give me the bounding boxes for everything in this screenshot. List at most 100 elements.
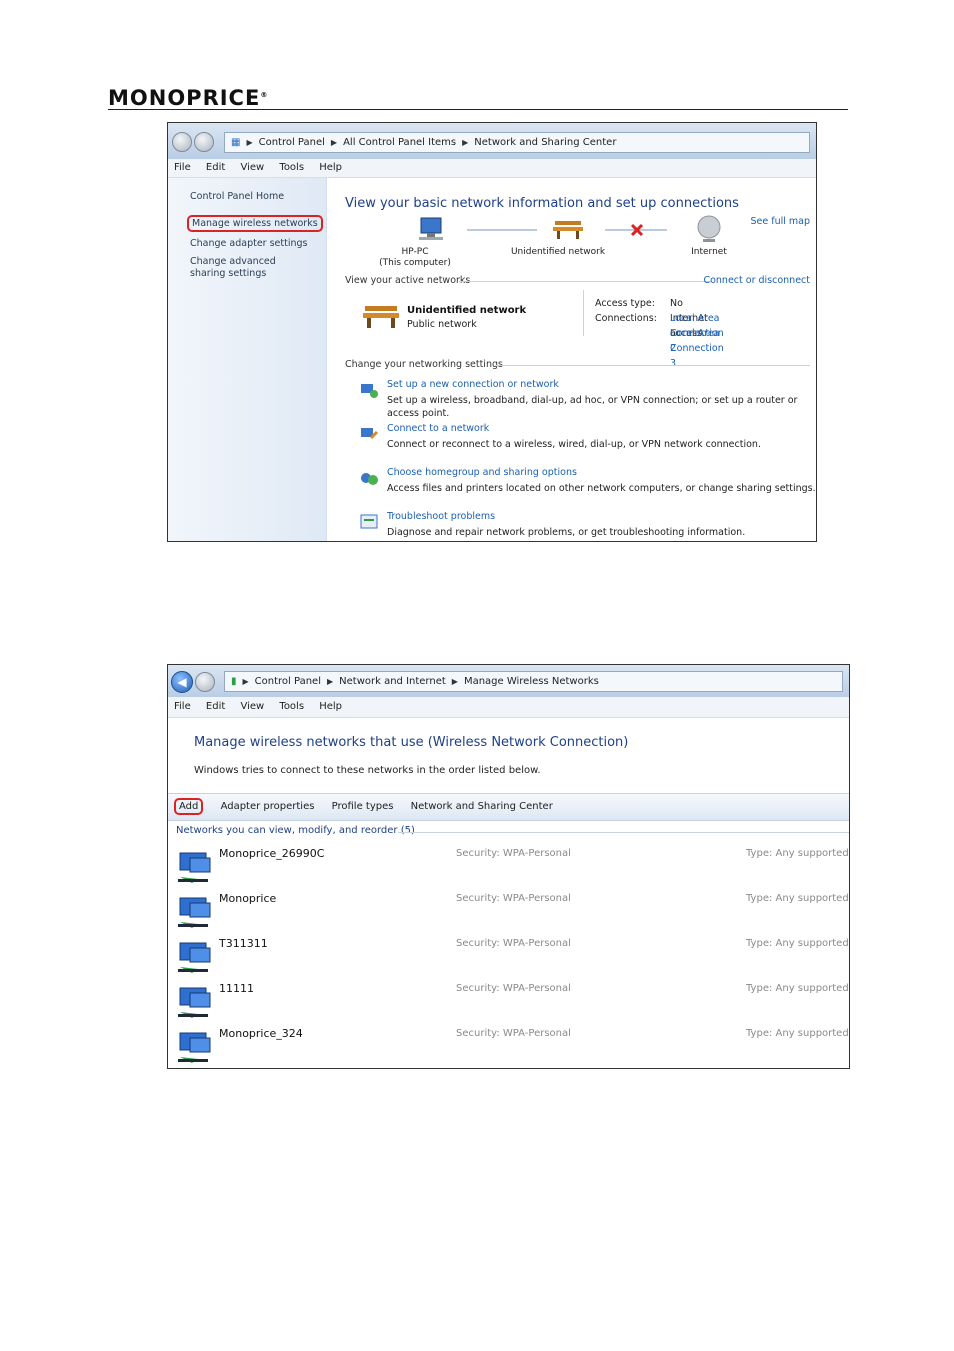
network-name: 11111	[219, 982, 254, 995]
wireless-network-icon	[178, 987, 211, 1018]
network-security: Security: WPA-Personal	[456, 848, 571, 859]
connections-label: Connections:	[595, 313, 657, 324]
menu-edit[interactable]: Edit	[206, 162, 225, 173]
breadcrumb-item[interactable]: All Control Panel Items	[343, 137, 456, 148]
task-homegroup: Choose homegroup and sharing options Acc…	[361, 466, 816, 495]
section-divider	[459, 281, 712, 282]
network-type: Type: Any supported	[746, 1028, 849, 1039]
task-description: Diagnose and repair network problems, or…	[387, 527, 746, 538]
profile-types-button[interactable]: Profile types	[332, 801, 394, 812]
manage-wireless-networks-window: ◀ ▮ ▶ Control Panel ▶ Network and Internet ▶ M…	[167, 664, 850, 1069]
control-panel-home-link[interactable]: Control Panel Home	[190, 191, 284, 203]
wireless-network-icon	[178, 897, 211, 928]
network-row[interactable]: Monoprice_324 Security: WPA-Personal Type:…	[168, 1023, 849, 1068]
menu-view[interactable]: View	[240, 162, 264, 173]
network-security: Security: WPA-Personal	[456, 1028, 571, 1039]
address-bar-area: ▦ ▶ Control Panel ▶ All Control Panel Items ▶…	[168, 123, 816, 159]
task-description: Set up a wireless, broadband, dial-up, a…	[387, 395, 798, 419]
command-toolbar: Add Adapter properties Profile types Net…	[168, 793, 849, 821]
active-networks-heading: View your active networks	[345, 275, 471, 286]
task-description: Access files and printers located on oth…	[387, 483, 816, 494]
bench-icon	[553, 221, 583, 239]
connect-to-network-link[interactable]: Connect to a network	[387, 422, 761, 435]
access-type-label: Access type:	[595, 298, 655, 309]
breadcrumb-item[interactable]: Network and Internet	[339, 676, 446, 687]
back-button[interactable]	[172, 132, 192, 152]
troubleshoot-problems-link[interactable]: Troubleshoot problems	[387, 510, 745, 523]
network-row[interactable]: T311311 Security: WPA-Personal Type: Any s…	[168, 933, 849, 978]
address-bar-area: ◀ ▮ ▶ Control Panel ▶ Network and Internet ▶ M…	[168, 665, 849, 697]
wireless-signal-icon: ▮	[231, 676, 237, 687]
network-name: T311311	[219, 937, 268, 950]
task-description: Connect or reconnect to a wireless, wire…	[387, 439, 761, 450]
wireless-network-icon	[178, 852, 211, 883]
menu-file[interactable]: File	[174, 701, 191, 712]
add-button[interactable]: Add	[174, 798, 204, 815]
network-row[interactable]: Monoprice_26990C Security: WPA-Personal Ty…	[168, 843, 849, 888]
network-row[interactable]: Monoprice Security: WPA-Personal Type: Any…	[168, 888, 849, 933]
breadcrumb-item[interactable]: Manage Wireless Networks	[464, 676, 599, 687]
network-type: Type: Any supported	[746, 983, 849, 994]
homegroup-icon	[361, 473, 378, 485]
page-title: Manage wireless networks that use (Wirel…	[194, 735, 629, 750]
section-divider	[495, 365, 810, 366]
left-navigation-pane: Control Panel Home Manage wireless netwo…	[168, 178, 327, 541]
breadcrumb-item[interactable]: Network and Sharing Center	[474, 137, 616, 148]
homegroup-sharing-link[interactable]: Choose homegroup and sharing options	[387, 466, 816, 479]
network-name: Monoprice_26990C	[219, 847, 325, 860]
bench-network-icon	[363, 306, 399, 328]
adapter-properties-button[interactable]: Adapter properties	[221, 801, 315, 812]
wireless-network-icon	[178, 942, 211, 973]
network-folder-icon: ▦	[231, 137, 241, 148]
map-computer-label: HP-PC (This computer)	[379, 247, 451, 268]
menu-help[interactable]: Help	[319, 701, 342, 712]
main-content: View your basic network information and …	[327, 178, 816, 541]
menu-bar: File Edit View Tools Help	[168, 697, 849, 718]
page-subtitle: Windows tries to connect to these networ…	[194, 765, 541, 776]
connect-disconnect-link[interactable]: Connect or disconnect	[703, 275, 810, 286]
page-title: View your basic network information and …	[345, 196, 739, 211]
group-header: Networks you can view, modify, and reord…	[176, 825, 415, 836]
task-setup-connection: Set up a new connection or network Set u…	[361, 378, 816, 420]
breadcrumb[interactable]: ▮ ▶ Control Panel ▶ Network and Internet ▶ Man…	[224, 671, 843, 692]
menu-tools[interactable]: Tools	[279, 701, 304, 712]
wireless-network-icon	[178, 1032, 211, 1063]
forward-button[interactable]	[195, 672, 215, 692]
network-sharing-center-button[interactable]: Network and Sharing Center	[411, 801, 553, 812]
active-network-type[interactable]: Public network	[407, 318, 526, 332]
setup-connection-link[interactable]: Set up a new connection or network	[387, 378, 816, 391]
menu-help[interactable]: Help	[319, 162, 342, 173]
network-name: Monoprice	[219, 892, 277, 905]
header-rule	[108, 109, 848, 110]
globe-icon	[697, 215, 721, 242]
change-advanced-sharing-link[interactable]: Change advanced sharing settings	[190, 256, 310, 280]
group-divider	[398, 832, 849, 833]
network-security: Security: WPA-Personal	[456, 938, 571, 949]
setup-connection-icon	[361, 384, 378, 398]
menu-file[interactable]: File	[174, 162, 191, 173]
network-security: Security: WPA-Personal	[456, 983, 571, 994]
change-adapter-settings-link[interactable]: Change adapter settings	[190, 238, 307, 250]
forward-button[interactable]	[194, 132, 214, 152]
network-name: Monoprice_324	[219, 1027, 303, 1040]
troubleshoot-icon	[360, 514, 378, 529]
vertical-divider	[583, 290, 584, 336]
active-network-name: Unidentified network	[407, 305, 527, 316]
change-settings-heading: Change your networking settings	[345, 359, 503, 370]
network-security: Security: WPA-Personal	[456, 893, 571, 904]
network-row[interactable]: 11111 Security: WPA-Personal Type: Any sup…	[168, 978, 849, 1023]
menu-view[interactable]: View	[240, 701, 264, 712]
network-type: Type: Any supported	[746, 893, 849, 904]
network-type: Type: Any supported	[746, 848, 849, 859]
task-connect-network: Connect to a network Connect or reconnec…	[361, 422, 761, 451]
breadcrumb[interactable]: ▦ ▶ Control Panel ▶ All Control Panel Items ▶…	[224, 132, 810, 153]
network-type: Type: Any supported	[746, 938, 849, 949]
map-network-label: Unidentified network	[510, 247, 606, 257]
back-arrow-icon[interactable]: ◀	[171, 671, 193, 693]
breadcrumb-item[interactable]: Control Panel	[255, 676, 321, 687]
menu-tools[interactable]: Tools	[279, 162, 304, 173]
breadcrumb-item[interactable]: Control Panel	[259, 137, 325, 148]
menu-edit[interactable]: Edit	[206, 701, 225, 712]
connect-network-icon	[361, 428, 379, 440]
manage-wireless-networks-link[interactable]: Manage wireless networks	[187, 215, 323, 232]
